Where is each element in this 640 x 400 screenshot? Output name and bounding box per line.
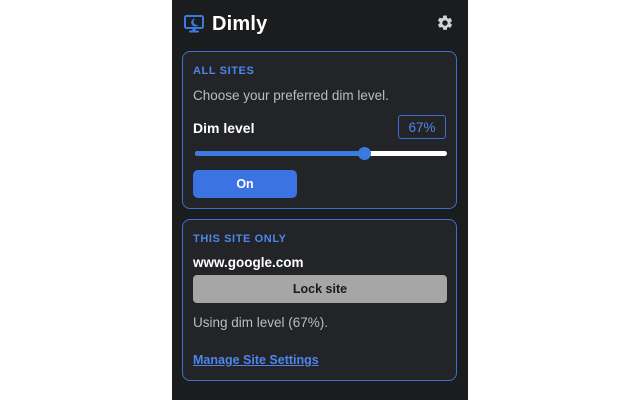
all-sites-card: ALL SITES Choose your preferred dim leve… — [182, 51, 457, 209]
site-domain: www.google.com — [193, 255, 304, 270]
slider-fill — [195, 151, 364, 156]
this-site-heading: THIS SITE ONLY — [193, 233, 287, 245]
header: Dimly — [184, 10, 456, 38]
site-dim-status: Using dim level (67%). — [193, 315, 329, 330]
app-title: Dimly — [212, 12, 268, 35]
dim-level-label: Dim level — [193, 120, 255, 136]
slider-thumb[interactable] — [357, 147, 371, 160]
lock-site-button[interactable]: Lock site — [193, 275, 447, 303]
all-sites-heading: ALL SITES — [193, 65, 255, 77]
dim-description: Choose your preferred dim level. — [193, 88, 389, 103]
monitor-moon-icon — [184, 15, 204, 33]
dim-level-slider[interactable] — [195, 145, 447, 161]
extension-popup: Dimly ALL SITES Choose your preferred di… — [172, 0, 468, 400]
gear-icon[interactable] — [436, 14, 454, 32]
dim-level-value: 67% — [398, 115, 446, 139]
this-site-card: THIS SITE ONLY www.google.com Lock site … — [182, 219, 457, 381]
on-toggle-button[interactable]: On — [193, 170, 297, 198]
manage-site-settings-link[interactable]: Manage Site Settings — [193, 353, 319, 367]
